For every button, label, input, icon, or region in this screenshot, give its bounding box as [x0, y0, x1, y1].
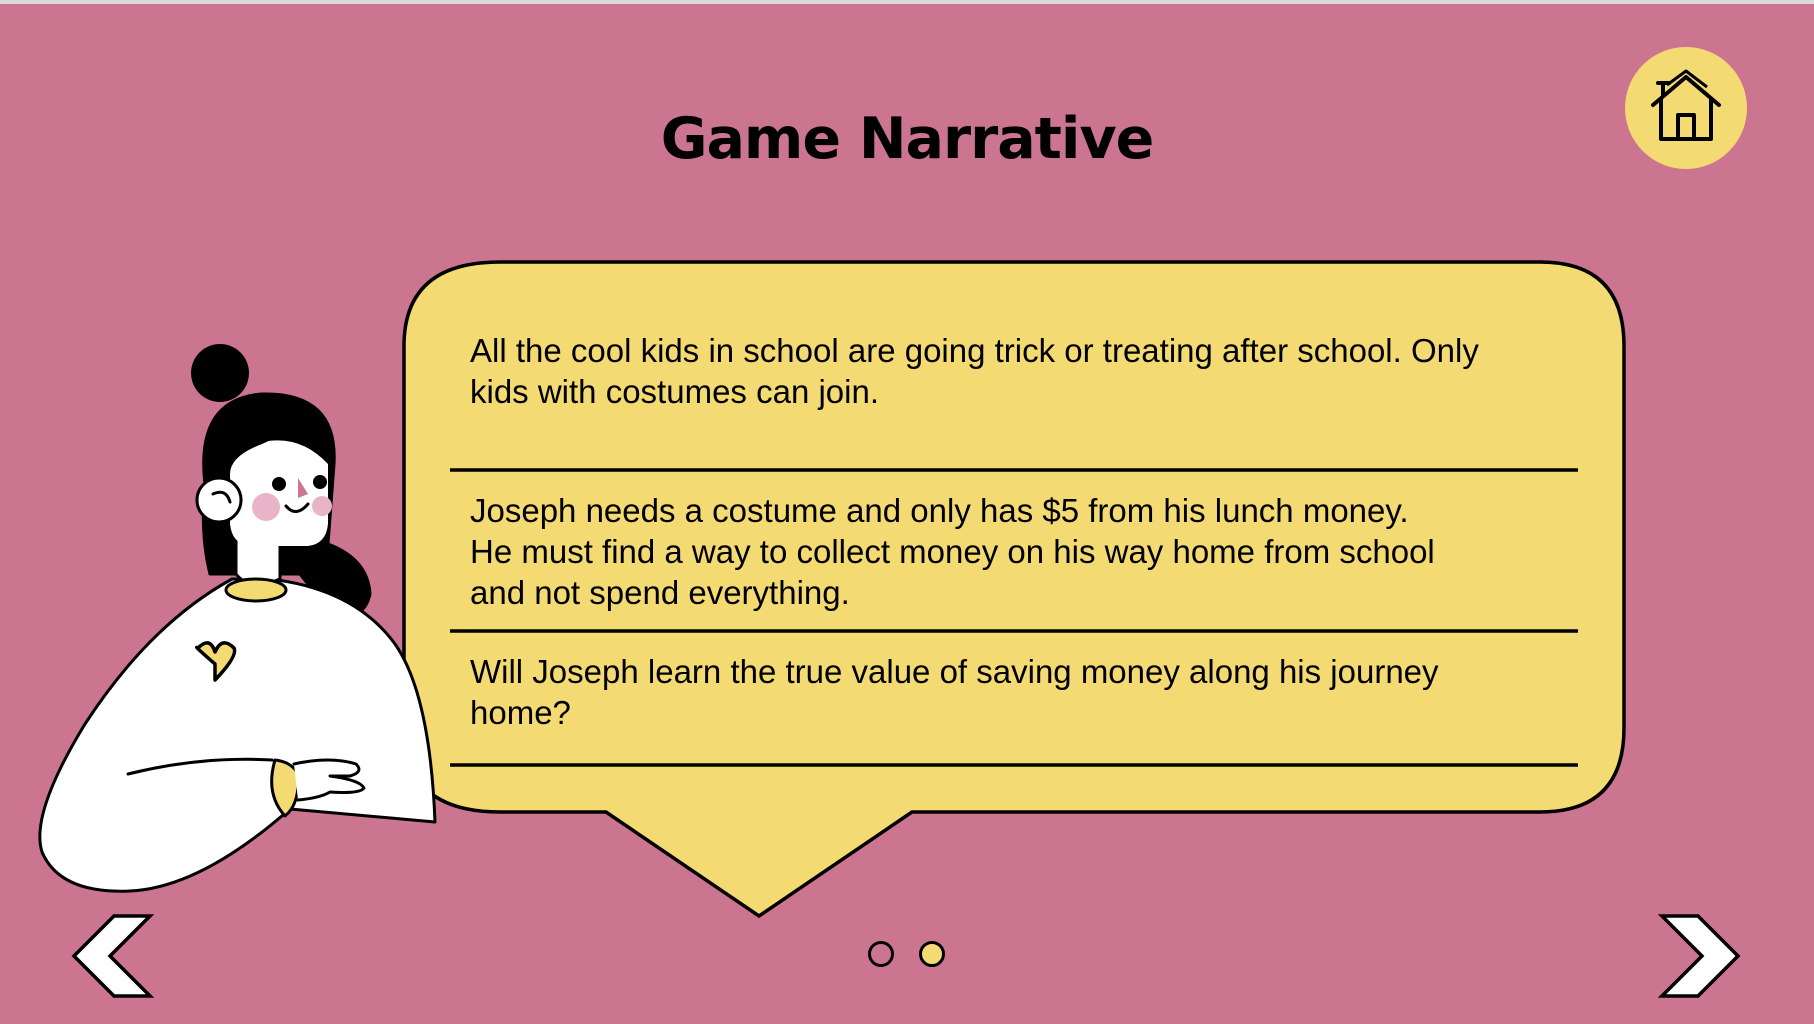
- previous-slide-button[interactable]: [70, 912, 155, 1005]
- necklace: [224, 577, 288, 603]
- chevron-left-icon: [71, 914, 155, 998]
- narrative-line: and not spend everything.: [470, 574, 850, 611]
- narrative-line: He must find a way to collect money on h…: [470, 533, 1435, 570]
- slide: Game Narrative All the cool kids in scho…: [0, 4, 1814, 1024]
- narrative-line: kids with costumes can join.: [470, 373, 880, 410]
- narrative-line: home?: [470, 694, 571, 731]
- page-dot-2[interactable]: [919, 941, 945, 967]
- narrative-line: All the cool kids in school are going tr…: [470, 332, 1479, 369]
- hair-bun: [191, 344, 249, 402]
- next-slide-button[interactable]: [1657, 912, 1742, 1005]
- narrative-paragraph-3: Will Joseph learn the true value of savi…: [470, 651, 1570, 733]
- cheek-left: [252, 493, 280, 521]
- narrative-line: Will Joseph learn the true value of savi…: [470, 653, 1439, 690]
- eye-left: [272, 477, 286, 491]
- narrative-paragraph-2: Joseph needs a costume and only has $5 f…: [470, 490, 1570, 613]
- eye-right: [313, 475, 327, 489]
- page-title: Game Narrative: [660, 106, 1155, 172]
- cheek-right: [312, 496, 332, 516]
- home-button[interactable]: [1625, 47, 1747, 169]
- narrative-line: Joseph needs a costume and only has $5 f…: [470, 492, 1409, 529]
- sweater: [38, 577, 437, 893]
- chevron-right-icon: [1657, 914, 1741, 998]
- woman-illustration: [38, 344, 437, 893]
- house-icon: [1651, 69, 1721, 141]
- narrative-paragraph-1: All the cool kids in school are going tr…: [470, 330, 1570, 412]
- page-dot-1[interactable]: [868, 941, 894, 967]
- ear: [195, 476, 243, 524]
- face: [229, 440, 328, 546]
